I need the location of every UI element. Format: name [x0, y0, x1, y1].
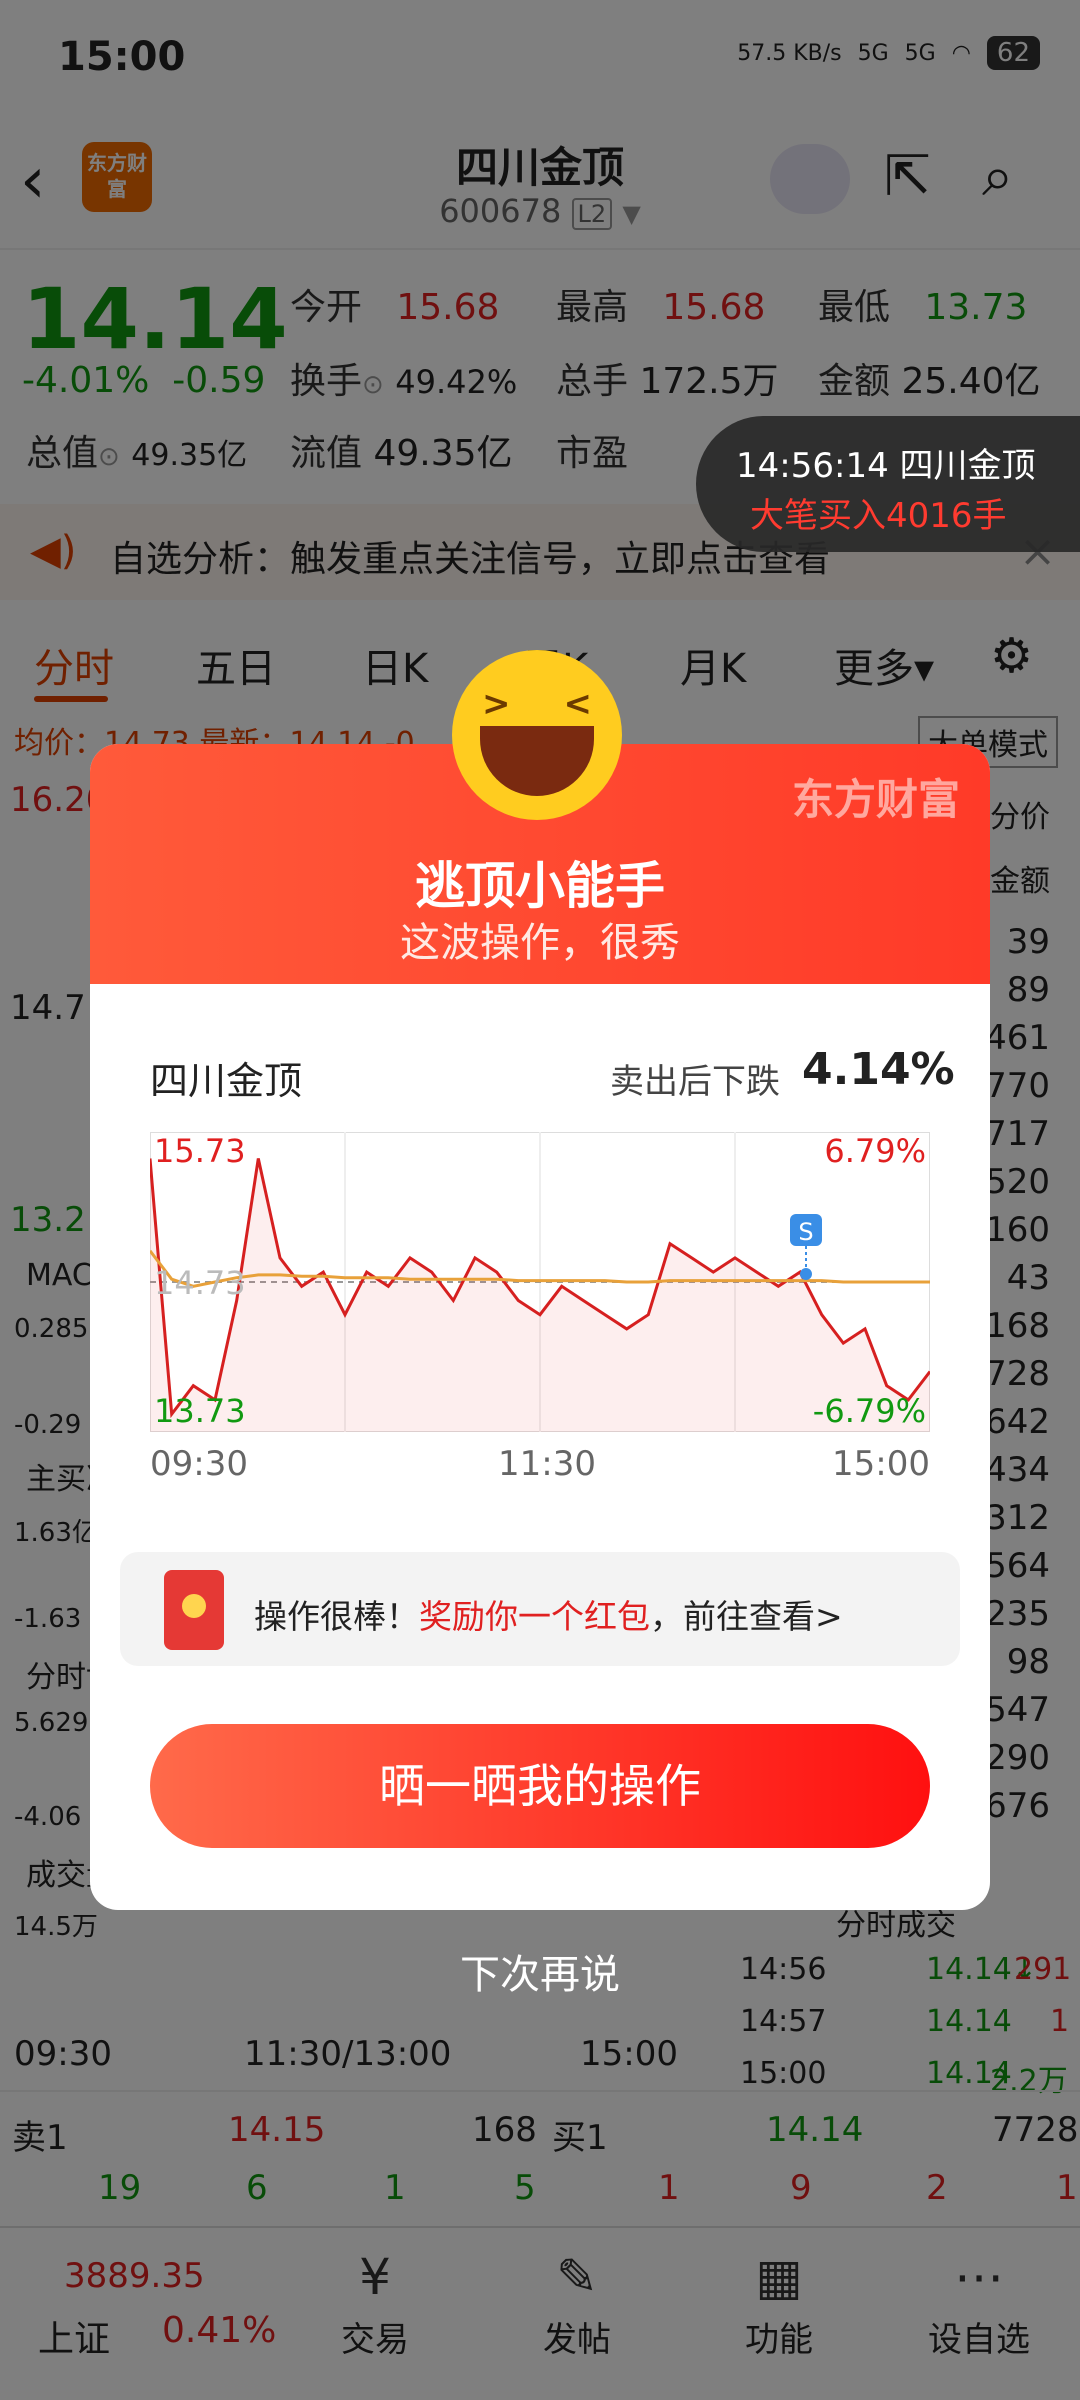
- chart-high-pct: 6.79%: [824, 1132, 926, 1170]
- laughing-emoji-icon: > <: [452, 650, 622, 820]
- drop-value: 4.14%: [802, 1044, 955, 1095]
- share-operation-button[interactable]: 晒一晒我的操作: [150, 1724, 930, 1848]
- modal-stock-name: 四川金顶: [150, 1059, 303, 1103]
- chart-time-mid: 11:30: [498, 1444, 596, 1484]
- drop-label: 卖出后下跌: [610, 1062, 780, 1102]
- toast-line1: 14:56:14 四川金顶: [736, 446, 1036, 486]
- chart-time-start: 09:30: [150, 1444, 248, 1484]
- chart-low-pct: -6.79%: [813, 1392, 926, 1430]
- maybe-later-button[interactable]: 下次再说: [0, 1942, 1080, 2000]
- brand-watermark: 东方财富: [791, 775, 960, 824]
- achievement-modal: 东方财富 逃顶小能手 这波操作，很秀 四川金顶 卖出后下跌 4.14% 15.7…: [90, 744, 990, 1910]
- toast-line2: 大笔买入4016手: [750, 496, 1007, 536]
- chart-time-end: 15:00: [832, 1444, 930, 1484]
- reward-row[interactable]: 操作很棒！奖励你一个红包，前往查看>: [120, 1552, 960, 1666]
- intraday-chart: 15.73 14.73 13.73 6.79% -6.79% S: [150, 1132, 930, 1432]
- red-envelope-icon: [164, 1570, 224, 1650]
- chart-ref: 14.73: [154, 1264, 246, 1302]
- modal-subtitle: 这波操作，很秀: [400, 920, 680, 966]
- trade-toast[interactable]: 14:56:14 四川金顶 大笔买入4016手: [696, 416, 1080, 552]
- chart-low: 13.73: [154, 1392, 246, 1430]
- chart-high: 15.73: [154, 1132, 246, 1170]
- svg-text:S: S: [798, 1218, 813, 1246]
- modal-title: 逃顶小能手: [415, 857, 665, 915]
- reward-text: 操作很棒！奖励你一个红包，前往查看>: [254, 1597, 843, 1636]
